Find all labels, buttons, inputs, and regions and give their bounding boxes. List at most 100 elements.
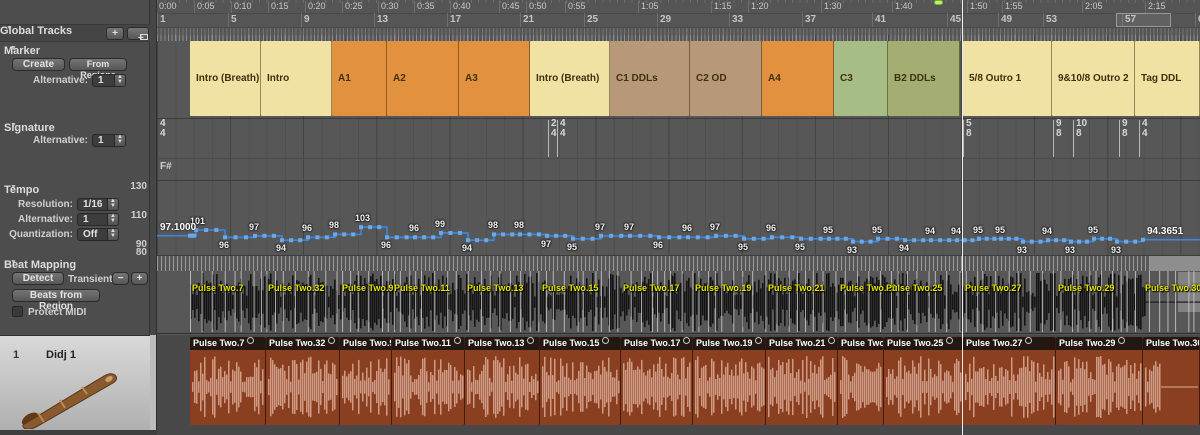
tempo-value-label[interactable]: 94 [925, 226, 935, 236]
tempo-value-label[interactable]: 94 [951, 226, 961, 236]
tempo-value-label[interactable]: 99 [435, 219, 445, 229]
beat-mapping-detect-button[interactable]: Detect [12, 272, 64, 285]
beats-from-region-button[interactable]: Beats from Region [12, 289, 100, 302]
audio-region[interactable]: Pulse Two.25 [884, 337, 963, 425]
tempo-value-label[interactable]: 98 [514, 220, 524, 230]
tempo-value-label[interactable]: 96 [653, 240, 663, 250]
audio-region[interactable]: Pulse Two.7 [190, 337, 266, 425]
tempo-value-label[interactable]: 93 [1065, 245, 1075, 255]
transients-minus-button[interactable]: − [112, 272, 129, 285]
marker-region[interactable]: 5/8 Outro 1 [963, 41, 1052, 116]
audio-region[interactable]: Pulse Two.11 [392, 337, 465, 425]
tempo-value-label[interactable]: 95 [1088, 225, 1098, 235]
tempo-value-label[interactable]: 95 [823, 225, 833, 235]
tempo-value-label[interactable]: 97 [624, 222, 634, 232]
stepper-arrows-icon[interactable]: ▲▼ [114, 75, 125, 86]
selected-bar-range[interactable] [1116, 13, 1171, 27]
audio-region[interactable]: Pulse Two.23 [838, 337, 884, 425]
tempo-value-label[interactable]: 94 [899, 243, 909, 253]
beat-mapping-region-label[interactable]: Pulse Two.17 [623, 283, 679, 293]
tempo-value-label[interactable]: 97 [249, 222, 259, 232]
key-signature-label[interactable]: F# [160, 161, 172, 172]
marker-from-regions-button[interactable]: From Regions [69, 58, 127, 71]
marker-region[interactable]: Intro (Breath) [530, 41, 610, 116]
audio-region[interactable]: Pulse Two.21 [766, 337, 838, 425]
timeline-ruler[interactable]: 0:000:050:100:150:200:250:300:350:400:45… [157, 0, 1200, 35]
beat-mapping-region-label[interactable]: Pulse Two.13 [467, 283, 523, 293]
stepper-arrows-icon[interactable]: ▲▼ [114, 135, 125, 146]
marker-create-button[interactable]: Create [12, 58, 65, 71]
tempo-value-label[interactable]: 98 [488, 220, 498, 230]
locator-marker[interactable] [934, 0, 943, 5]
track-name[interactable]: Didj 1 [46, 349, 76, 361]
tempo-value-label[interactable]: 95 [995, 225, 1005, 235]
tempo-value-label[interactable]: 97 [710, 222, 720, 232]
time-signature[interactable]: 4 4 [560, 119, 566, 139]
time-signature[interactable]: 9 8 [1122, 119, 1128, 139]
marker-region[interactable]: Intro (Breath) [190, 41, 261, 116]
tempo-value-label[interactable]: 96 [682, 223, 692, 233]
audio-region[interactable]: Pulse Two.30 [1143, 337, 1200, 425]
marker-region[interactable]: A4 [762, 41, 834, 116]
time-signature[interactable]: 4 4 [1142, 119, 1148, 139]
audio-region[interactable]: Pulse Two.29 [1056, 337, 1143, 425]
transients-plus-button[interactable]: + [131, 272, 148, 285]
tempo-value-label[interactable]: 94 [462, 243, 472, 253]
tempo-start-value[interactable]: 97.1000 [160, 222, 196, 233]
audio-region[interactable]: Pulse Two.17 [621, 337, 693, 425]
protect-midi-checkbox[interactable] [12, 306, 23, 317]
audio-region[interactable]: Pulse Two.19 [693, 337, 766, 425]
tempo-value-label[interactable]: 96 [381, 240, 391, 250]
beat-mapping-region-label[interactable]: Pulse Two.19 [695, 283, 751, 293]
beat-mapping-region-label[interactable]: Pulse Two.11 [394, 283, 450, 293]
tempo-value-label[interactable]: 94 [1042, 226, 1052, 236]
tempo-value-label[interactable]: 98 [329, 220, 339, 230]
marker-region[interactable]: C1 DDLs [610, 41, 690, 116]
beat-mapping-region-label[interactable]: Pulse Two.27 [965, 283, 1021, 293]
stepper-arrows-icon[interactable]: ▲▼ [107, 229, 118, 240]
tempo-value-label[interactable]: 95 [567, 242, 577, 252]
tempo-end-value[interactable]: 94.3651 [1147, 226, 1183, 237]
tempo-value-label[interactable]: 97 [595, 222, 605, 232]
stepper-arrows-icon[interactable]: ▲▼ [107, 214, 118, 225]
tempo-value-label[interactable]: 95 [738, 242, 748, 252]
time-signature[interactable]: 5 8 [966, 119, 972, 139]
tempo-value-label[interactable]: 97 [541, 239, 551, 249]
global-tracks-header[interactable]: ▼Global Tracks + + [0, 24, 150, 42]
tempo-quantization-stepper[interactable]: Off▲▼ [77, 228, 119, 241]
time-signature[interactable]: 10 8 [1076, 119, 1087, 139]
marker-alternative-stepper[interactable]: 1▲▼ [92, 74, 126, 87]
add-track-button[interactable]: + [106, 27, 124, 40]
tempo-value-label[interactable]: 96 [219, 240, 229, 250]
beat-mapping-waveform[interactable] [157, 255, 1200, 335]
audio-region[interactable]: Pulse Two.27 [963, 337, 1056, 425]
tempo-value-label[interactable]: 95 [973, 225, 983, 235]
tempo-value-label[interactable]: 95 [872, 225, 882, 235]
time-signature[interactable]: 4 4 [160, 119, 166, 139]
beat-mapping-region-label[interactable]: Pulse Two.32 [268, 283, 324, 293]
tempo-resolution-stepper[interactable]: 1/16▲▼ [77, 198, 119, 211]
marker-region[interactable]: C3 [834, 41, 888, 116]
tempo-value-label[interactable]: 96 [766, 223, 776, 233]
marker-region[interactable]: 9&10/8 Outro 2 [1052, 41, 1135, 116]
audio-region[interactable]: Pulse Two.15 [540, 337, 621, 425]
beat-mapping-region-label[interactable]: Pulse Two.30 [1145, 283, 1200, 293]
time-signature[interactable]: 9 8 [1056, 119, 1062, 139]
marker-region[interactable]: Intro [261, 41, 332, 116]
beat-mapping-region-label[interactable]: Pulse Two.7 [192, 283, 243, 293]
time-signature[interactable]: 2 4 [551, 119, 557, 139]
audio-region[interactable]: Pulse Two.9 [340, 337, 392, 425]
tempo-value-label[interactable]: 95 [795, 242, 805, 252]
configure-global-tracks-button[interactable]: + [127, 27, 149, 40]
beat-mapping-region-label[interactable]: Pulse Two.21 [768, 283, 824, 293]
marker-region[interactable]: A1 [332, 41, 387, 116]
tempo-curve[interactable] [157, 180, 1200, 255]
tempo-value-label[interactable]: 93 [1017, 245, 1027, 255]
marker-region[interactable]: B2 DDLs [888, 41, 960, 116]
beat-mapping-region-label[interactable]: Pulse Two.29 [1058, 283, 1114, 293]
beat-mapping-region-label[interactable]: Pulse Two.9 [342, 283, 393, 293]
tempo-value-label[interactable]: 103 [355, 213, 370, 223]
tempo-value-label[interactable]: 94 [276, 243, 286, 253]
tempo-value-label[interactable]: 96 [302, 223, 312, 233]
playhead[interactable] [962, 0, 963, 435]
